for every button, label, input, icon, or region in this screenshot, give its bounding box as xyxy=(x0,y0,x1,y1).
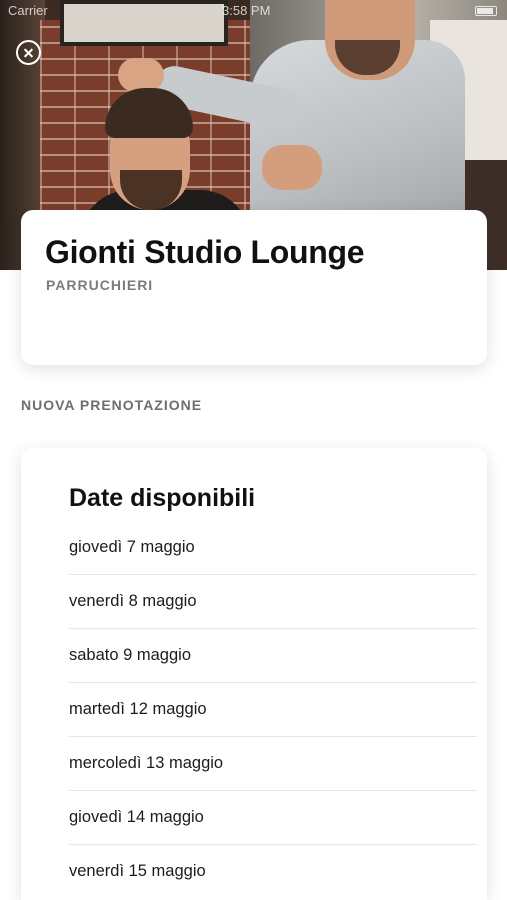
section-label: NUOVA PRENOTAZIONE xyxy=(21,397,203,413)
date-item[interactable]: venerdì 15 maggio xyxy=(69,845,477,898)
business-category: PARRUCHIERI xyxy=(46,277,154,293)
date-item[interactable]: sabato 9 maggio xyxy=(69,629,477,683)
date-item[interactable]: giovedì 7 maggio xyxy=(69,521,477,575)
business-name: Gionti Studio Lounge xyxy=(45,234,365,270)
close-icon[interactable] xyxy=(16,40,41,65)
date-item[interactable]: mercoledì 13 maggio xyxy=(69,737,477,791)
date-item[interactable]: giovedì 14 maggio xyxy=(69,791,477,845)
dates-list: giovedì 7 maggio venerdì 8 maggio sabato… xyxy=(69,521,477,898)
business-info-card: Gionti Studio Lounge PARRUCHIERI xyxy=(21,210,487,365)
status-time: 3:58 PM xyxy=(222,3,271,18)
dates-title: Date disponibili xyxy=(69,484,256,512)
status-bar: Carrier 3:58 PM xyxy=(0,0,507,22)
barber-hand-comb xyxy=(262,145,322,190)
booking-screen: Carrier 3:58 PM Gionti Studio Lounge PAR… xyxy=(0,0,507,900)
date-item[interactable]: venerdì 8 maggio xyxy=(69,575,477,629)
available-dates-card: Date disponibili giovedì 7 maggio venerd… xyxy=(21,448,487,900)
battery-icon xyxy=(475,6,497,16)
status-carrier: Carrier xyxy=(8,3,48,18)
date-item[interactable]: martedì 12 maggio xyxy=(69,683,477,737)
barber-hand xyxy=(118,58,164,92)
